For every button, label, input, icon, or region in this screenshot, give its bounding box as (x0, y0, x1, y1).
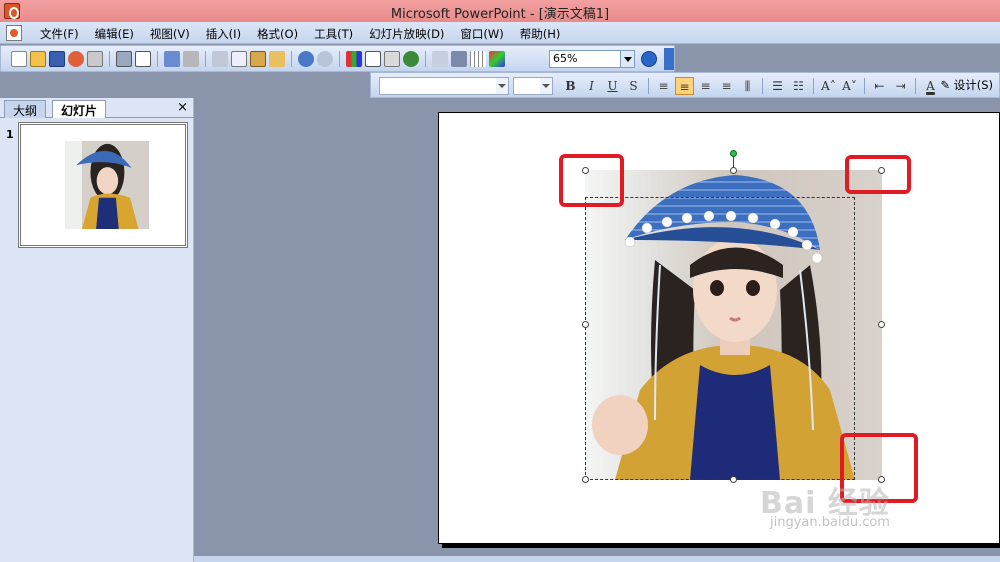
font-dropdown[interactable] (379, 77, 509, 95)
save-icon[interactable] (49, 51, 65, 67)
menu-window[interactable]: 窗口(W) (452, 26, 511, 42)
resize-handle-bottom[interactable] (730, 476, 737, 483)
insert-hyperlink-icon[interactable] (403, 51, 419, 67)
menu-tools[interactable]: 工具(T) (306, 26, 361, 42)
font-color-icon[interactable]: A (921, 77, 940, 95)
chevron-down-icon[interactable] (496, 78, 508, 94)
thumbnail-photo (65, 141, 149, 229)
italic-button[interactable]: I (582, 77, 601, 95)
close-icon[interactable]: × (177, 100, 188, 115)
decrease-font-icon[interactable]: A˅ (840, 77, 859, 95)
design-button[interactable]: ✎ 设计(S) (940, 77, 993, 93)
align-center-icon[interactable]: ≡ (675, 77, 694, 95)
email-icon[interactable] (87, 51, 103, 67)
color-grayscale-icon[interactable] (489, 51, 505, 67)
menu-help[interactable]: 帮助(H) (512, 26, 569, 42)
resize-handle-left[interactable] (582, 321, 589, 328)
design-label: 设计(S) (953, 78, 993, 92)
slide-number: 1 (6, 128, 14, 141)
cut-icon[interactable] (212, 51, 228, 67)
spelling-icon[interactable] (164, 51, 180, 67)
bullets-icon[interactable]: ☷ (789, 77, 808, 95)
align-left-icon[interactable]: ≡ (654, 77, 673, 95)
decrease-indent-icon[interactable]: ⇤ (870, 77, 889, 95)
tab-outline[interactable]: 大纲 (4, 100, 47, 118)
tab-slides[interactable]: 幻灯片 (52, 100, 107, 118)
open-icon[interactable] (30, 51, 46, 67)
print-icon[interactable] (116, 51, 132, 67)
toolbar-options-icon[interactable] (664, 48, 674, 70)
chevron-down-icon[interactable] (620, 51, 634, 67)
highlight-box-top-left (559, 154, 624, 207)
zoom-value: 65% (553, 52, 578, 65)
resize-handle-right[interactable] (878, 321, 885, 328)
insert-table-icon[interactable] (365, 51, 381, 67)
slides-pane: 大纲 幻灯片 × 1 (0, 98, 194, 562)
menu-file[interactable]: 文件(F) (32, 26, 87, 42)
standard-toolbar: 65% (0, 45, 675, 72)
show-formatting-icon[interactable] (451, 51, 467, 67)
redo-icon[interactable] (317, 51, 333, 67)
paste-icon[interactable] (250, 51, 266, 67)
underline-button[interactable]: U (603, 77, 622, 95)
font-size-dropdown[interactable] (513, 77, 553, 95)
menu-slideshow[interactable]: 幻灯片放映(D) (361, 26, 452, 42)
formatting-toolbar: B I U S ≡ ≡ ≡ ≡ ⫼ ☰ ☷ A˄ A˅ ⇤ ⇥ A ✎ 设计(S… (370, 72, 1000, 98)
status-strip (194, 556, 1000, 562)
chevron-down-icon[interactable] (540, 78, 552, 94)
align-right-icon[interactable]: ≡ (696, 77, 715, 95)
numbering-icon[interactable]: ☰ (768, 77, 787, 95)
menu-view[interactable]: 视图(V) (142, 26, 198, 42)
document-icon[interactable] (6, 25, 22, 41)
justify-icon[interactable]: ≡ (717, 77, 736, 95)
increase-indent-icon[interactable]: ⇥ (891, 77, 910, 95)
resize-handle-bottom-left[interactable] (582, 476, 589, 483)
print-preview-icon[interactable] (135, 51, 151, 67)
slide-thumbnail[interactable] (18, 122, 188, 248)
shadow-button[interactable]: S (624, 77, 643, 95)
new-icon[interactable] (11, 51, 27, 67)
insert-chart-icon[interactable] (346, 51, 362, 67)
rotate-handle[interactable] (730, 150, 737, 157)
increase-font-icon[interactable]: A˄ (819, 77, 838, 95)
help-icon[interactable] (641, 51, 657, 67)
undo-icon[interactable] (298, 51, 314, 67)
menu-bar: 文件(F) 编辑(E) 视图(V) 插入(I) 格式(O) 工具(T) 幻灯片放… (0, 22, 1000, 44)
grid-icon[interactable] (470, 51, 486, 67)
research-icon[interactable] (183, 51, 199, 67)
pane-tabs: 大纲 幻灯片 × (0, 98, 194, 118)
expand-icon[interactable] (432, 51, 448, 67)
design-icon: ✎ (940, 78, 951, 92)
watermark-url: jingyan.baidu.com (770, 515, 890, 530)
window-title: Microsoft PowerPoint - [演示文稿1] (390, 7, 610, 22)
distribute-icon[interactable]: ⫼ (738, 77, 757, 95)
menu-edit[interactable]: 编辑(E) (87, 26, 142, 42)
title-bar: Microsoft PowerPoint - [演示文稿1] (0, 0, 1000, 22)
tables-borders-icon[interactable] (384, 51, 400, 67)
bold-button[interactable]: B (561, 77, 580, 95)
format-painter-icon[interactable] (269, 51, 285, 67)
permission-icon[interactable] (68, 51, 84, 67)
selection-frame[interactable] (585, 197, 855, 480)
highlight-box-top-right (845, 155, 911, 194)
menu-insert[interactable]: 插入(I) (198, 26, 249, 42)
menu-format[interactable]: 格式(O) (249, 26, 306, 42)
copy-icon[interactable] (231, 51, 247, 67)
zoom-dropdown[interactable]: 65% (549, 50, 635, 68)
resize-handle-top[interactable] (730, 167, 737, 174)
